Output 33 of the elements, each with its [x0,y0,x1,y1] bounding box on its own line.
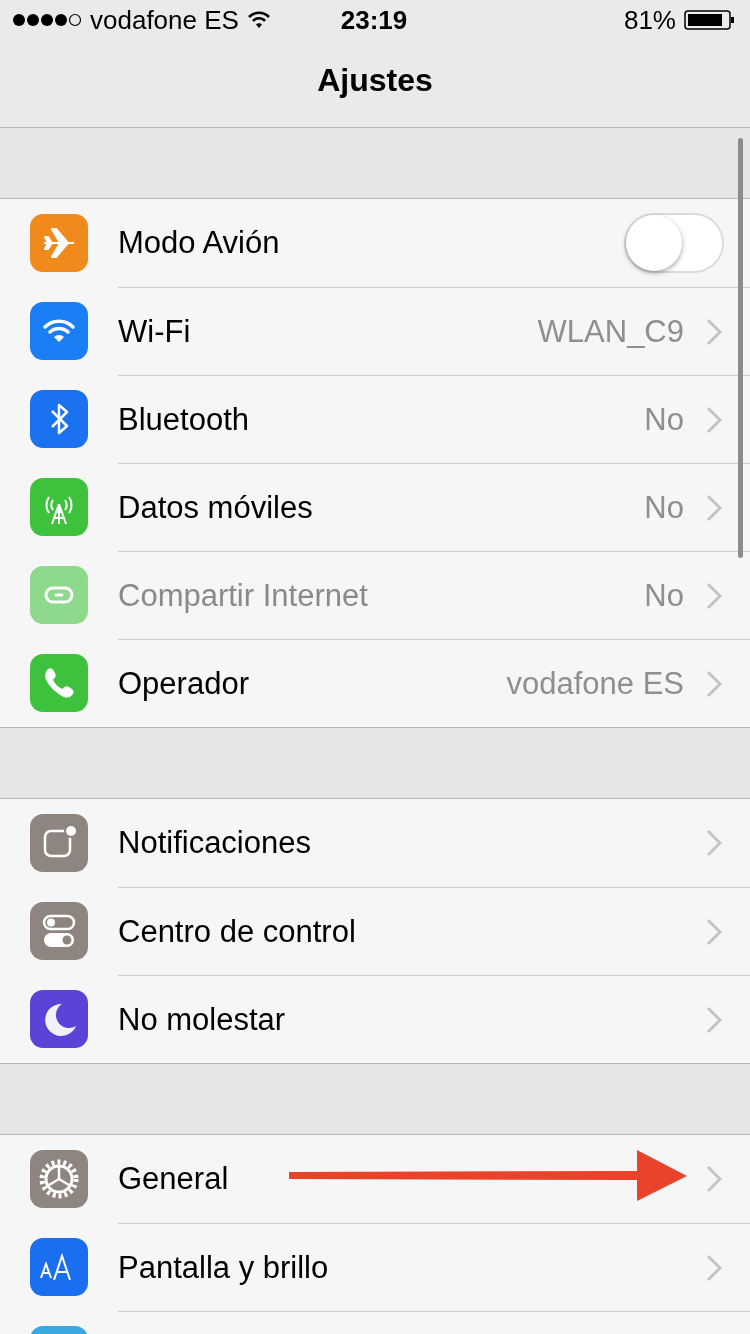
setting-label[interactable]: No molestar [118,1001,706,1038]
setting-value: WLAN_C9 [537,313,684,350]
chevron-icon [706,669,722,698]
setting-label[interactable]: Bluetooth [118,401,645,438]
battery-icon [684,9,736,31]
setting-value: No [644,489,684,526]
setting-label[interactable]: Modo Avión [118,225,624,261]
chevron-icon [706,581,722,610]
chevron-icon [706,1165,722,1193]
setting-value: No [644,401,684,438]
chevron-icon [706,493,722,522]
setting-label[interactable]: Notificaciones [118,825,706,861]
screen-title: Ajustes [317,62,433,99]
chevron-icon [706,917,722,946]
chevron-icon [706,405,722,434]
chevron-icon [706,1253,722,1282]
carrier-name: vodafone ES [90,4,239,36]
wifi-icon [246,11,271,29]
signal-icon [12,13,82,27]
setting-label[interactable]: General [118,1161,706,1197]
setting-label[interactable]: Operador [118,665,507,702]
setting-value: vodafone ES [506,665,684,702]
chevron-icon [706,317,722,346]
setting-value: No [644,577,684,614]
clock-time: 23:19 [340,4,408,36]
toggle-switch[interactable] [624,213,724,273]
battery-percent: 81% [623,4,676,36]
chevron-icon [706,829,722,857]
setting-label[interactable]: Pantalla y brillo [118,1249,706,1286]
setting-label[interactable]: Centro de control [118,913,706,950]
setting-label[interactable]: Wi-Fi [118,313,538,350]
setting-label[interactable]: Datos móviles [118,489,645,526]
chevron-icon [706,1005,722,1034]
